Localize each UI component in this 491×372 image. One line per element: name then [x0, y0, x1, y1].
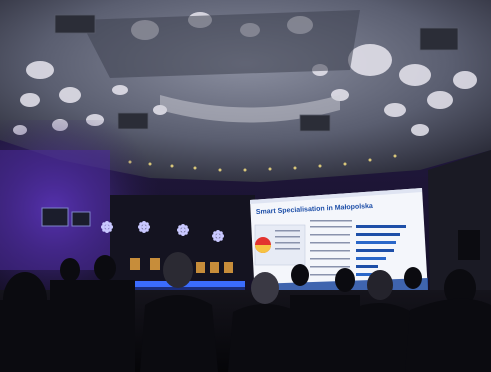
conference-scene: Smart Specialisation in Małopolska — [0, 0, 491, 372]
right-speaker — [458, 230, 480, 260]
ceiling-recess — [80, 10, 360, 78]
left-monitor-2 — [71, 211, 91, 227]
left-monitor-1 — [41, 207, 69, 227]
